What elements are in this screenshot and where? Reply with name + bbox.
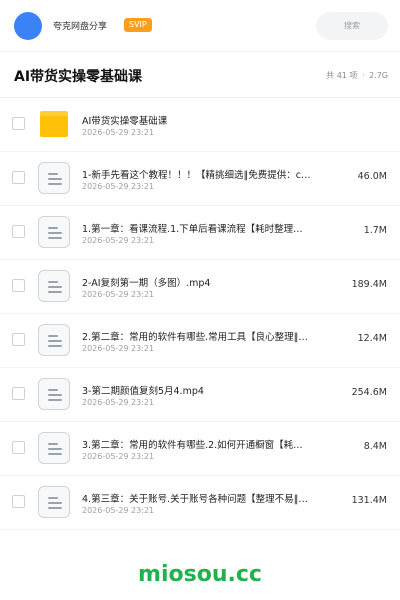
file-date: 2026-05-29 23:21: [82, 344, 155, 353]
list-item[interactable]: AI带货实操零基础课 2026-05-29 23:21: [0, 98, 400, 152]
select-checkbox[interactable]: [12, 117, 25, 130]
file-date: 2026-05-29 23:21: [82, 452, 155, 461]
page-title: AI带货实操零基础课: [14, 69, 143, 85]
list-item[interactable]: 1-新手先看这个教程！！！【精挑细选‖免费提供：c… 2026-05-29 23…: [0, 152, 400, 206]
list-item[interactable]: 1.第一章：看课流程.1.下单后看课流程【耗时整理… 2026-05-29 23…: [0, 206, 400, 260]
document-icon: [38, 432, 70, 464]
file-name: 4.第三章：关于账号.关于账号各种问题【整理不易‖…: [82, 494, 308, 505]
file-size: 8.4M: [363, 441, 387, 452]
select-checkbox[interactable]: [12, 171, 25, 184]
file-name: 1.第一章：看课流程.1.下单后看课流程【耗时整理…: [82, 224, 303, 235]
file-date: 2026-05-29 23:21: [82, 506, 155, 515]
select-checkbox[interactable]: [12, 387, 25, 400]
document-icon: [38, 486, 70, 518]
select-checkbox[interactable]: [12, 225, 25, 238]
folder-summary: 共 41 项 · 2.7G: [324, 70, 388, 81]
document-icon: [38, 378, 70, 410]
select-checkbox[interactable]: [12, 279, 25, 292]
select-checkbox[interactable]: [12, 441, 25, 454]
file-name: 2-AI复刻第一期（多图）.mp4: [82, 278, 211, 289]
file-size: 254.6M: [351, 387, 387, 398]
watermark: miosou.cc: [138, 562, 262, 587]
document-icon: [38, 162, 70, 194]
document-icon: [38, 216, 70, 248]
list-item[interactable]: 3.第二章：常用的软件有哪些.2.如何开通橱窗【耗… 2026-05-29 23…: [0, 422, 400, 476]
folder-icon: [38, 108, 70, 140]
file-name: AI带货实操零基础课: [82, 116, 168, 127]
file-name: 3.第二章：常用的软件有哪些.2.如何开通橱窗【耗…: [82, 440, 303, 451]
file-size: 46.0M: [357, 171, 387, 182]
file-name: 1-新手先看这个教程！！！【精挑细选‖免费提供：c…: [82, 170, 311, 181]
summary-separator: ·: [361, 71, 365, 80]
file-list: AI带货实操零基础课 2026-05-29 23:21 1-新手先看这个教程！！…: [0, 98, 400, 530]
document-icon: [38, 270, 70, 302]
file-date: 2026-05-29 23:21: [82, 398, 155, 407]
file-date: 2026-05-29 23:21: [82, 236, 155, 245]
svip-badge: SVIP: [124, 18, 152, 32]
file-size: 1.7M: [363, 225, 387, 236]
file-date: 2026-05-29 23:21: [82, 182, 155, 191]
file-name: 2.第二章：常用的软件有哪些.常用工具【良心整理‖…: [82, 332, 308, 343]
file-size: 189.4M: [351, 279, 387, 290]
file-size: 131.4M: [351, 495, 387, 506]
list-item[interactable]: 2-AI复刻第一期（多图）.mp4 2026-05-29 23:21 189.4…: [0, 260, 400, 314]
select-checkbox[interactable]: [12, 333, 25, 346]
top-bar: 夸克网盘分享 SVIP 搜索: [0, 0, 400, 52]
file-date: 2026-05-29 23:21: [82, 290, 155, 299]
file-size: 12.4M: [357, 333, 387, 344]
item-count: 共 41 项: [326, 71, 358, 80]
file-name: 3-第二期颜值复刻5月4.mp4: [82, 386, 204, 397]
title-row: AI带货实操零基础课 共 41 项 · 2.7G: [0, 52, 400, 98]
total-size: 2.7G: [369, 71, 388, 80]
file-date: 2026-05-29 23:21: [82, 128, 155, 137]
avatar[interactable]: [14, 12, 42, 40]
list-item[interactable]: 3-第二期颜值复刻5月4.mp4 2026-05-29 23:21 254.6M: [0, 368, 400, 422]
list-item[interactable]: 4.第三章：关于账号.关于账号各种问题【整理不易‖… 2026-05-29 23…: [0, 476, 400, 530]
document-icon: [38, 324, 70, 356]
search-button[interactable]: 搜索: [316, 12, 388, 40]
share-username: 夸克网盘分享: [53, 22, 108, 32]
list-item[interactable]: 2.第二章：常用的软件有哪些.常用工具【良心整理‖… 2026-05-29 23…: [0, 314, 400, 368]
select-checkbox[interactable]: [12, 495, 25, 508]
